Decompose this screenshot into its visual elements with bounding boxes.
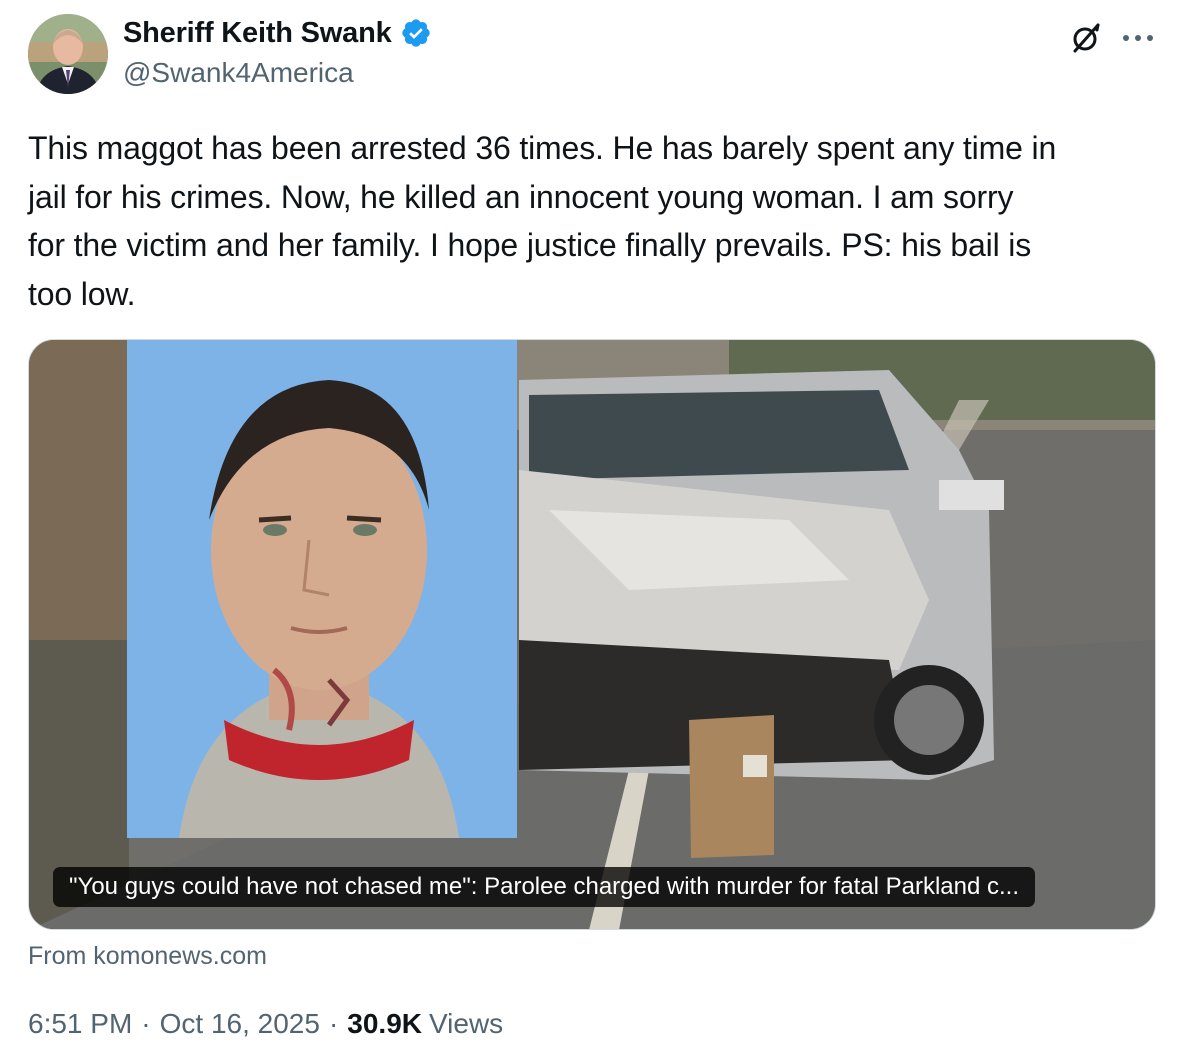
link-card[interactable]: "You guys could have not chased me": Par… xyxy=(28,339,1156,930)
meta-separator: · xyxy=(328,1008,339,1039)
tweet-meta: 6:51 PM · Oct 16, 2025 · 30.9K Views xyxy=(28,1006,503,1042)
meta-separator: · xyxy=(141,1008,151,1039)
tweet-text-line: too low. xyxy=(28,275,136,312)
author-display-name[interactable]: Sheriff Keith Swank xyxy=(123,15,392,51)
tweet-text: This maggot has been arrested 36 times. … xyxy=(28,124,1163,318)
tweet-time[interactable]: 6:51 PM xyxy=(28,1006,132,1042)
tweet-text-line: for the victim and her family. I hope ju… xyxy=(28,227,1032,263)
tweet-text-line: This maggot has been arrested 36 times. … xyxy=(28,130,1057,166)
grok-icon[interactable] xyxy=(1066,18,1106,58)
tweet: Sheriff Keith Swank @Swank4America This … xyxy=(0,0,1184,1062)
more-options-icon[interactable] xyxy=(1116,18,1160,58)
author-handle[interactable]: @Swank4America xyxy=(123,56,354,90)
avatar-image xyxy=(28,14,108,94)
views-label: Views xyxy=(429,1008,504,1039)
link-source[interactable]: From komonews.com xyxy=(28,940,267,972)
link-card-caption[interactable]: "You guys could have not chased me": Par… xyxy=(53,867,1036,907)
author-avatar[interactable] xyxy=(28,14,108,94)
views-count[interactable]: 30.9K xyxy=(347,1006,422,1042)
verified-badge-icon[interactable] xyxy=(400,17,432,49)
author-name-row[interactable]: Sheriff Keith Swank xyxy=(123,15,432,51)
news-photo xyxy=(29,340,1155,929)
tweet-text-line: jail for his crimes. Now, he killed an i… xyxy=(28,178,1014,215)
tweet-date[interactable]: Oct 16, 2025 xyxy=(160,1006,320,1042)
